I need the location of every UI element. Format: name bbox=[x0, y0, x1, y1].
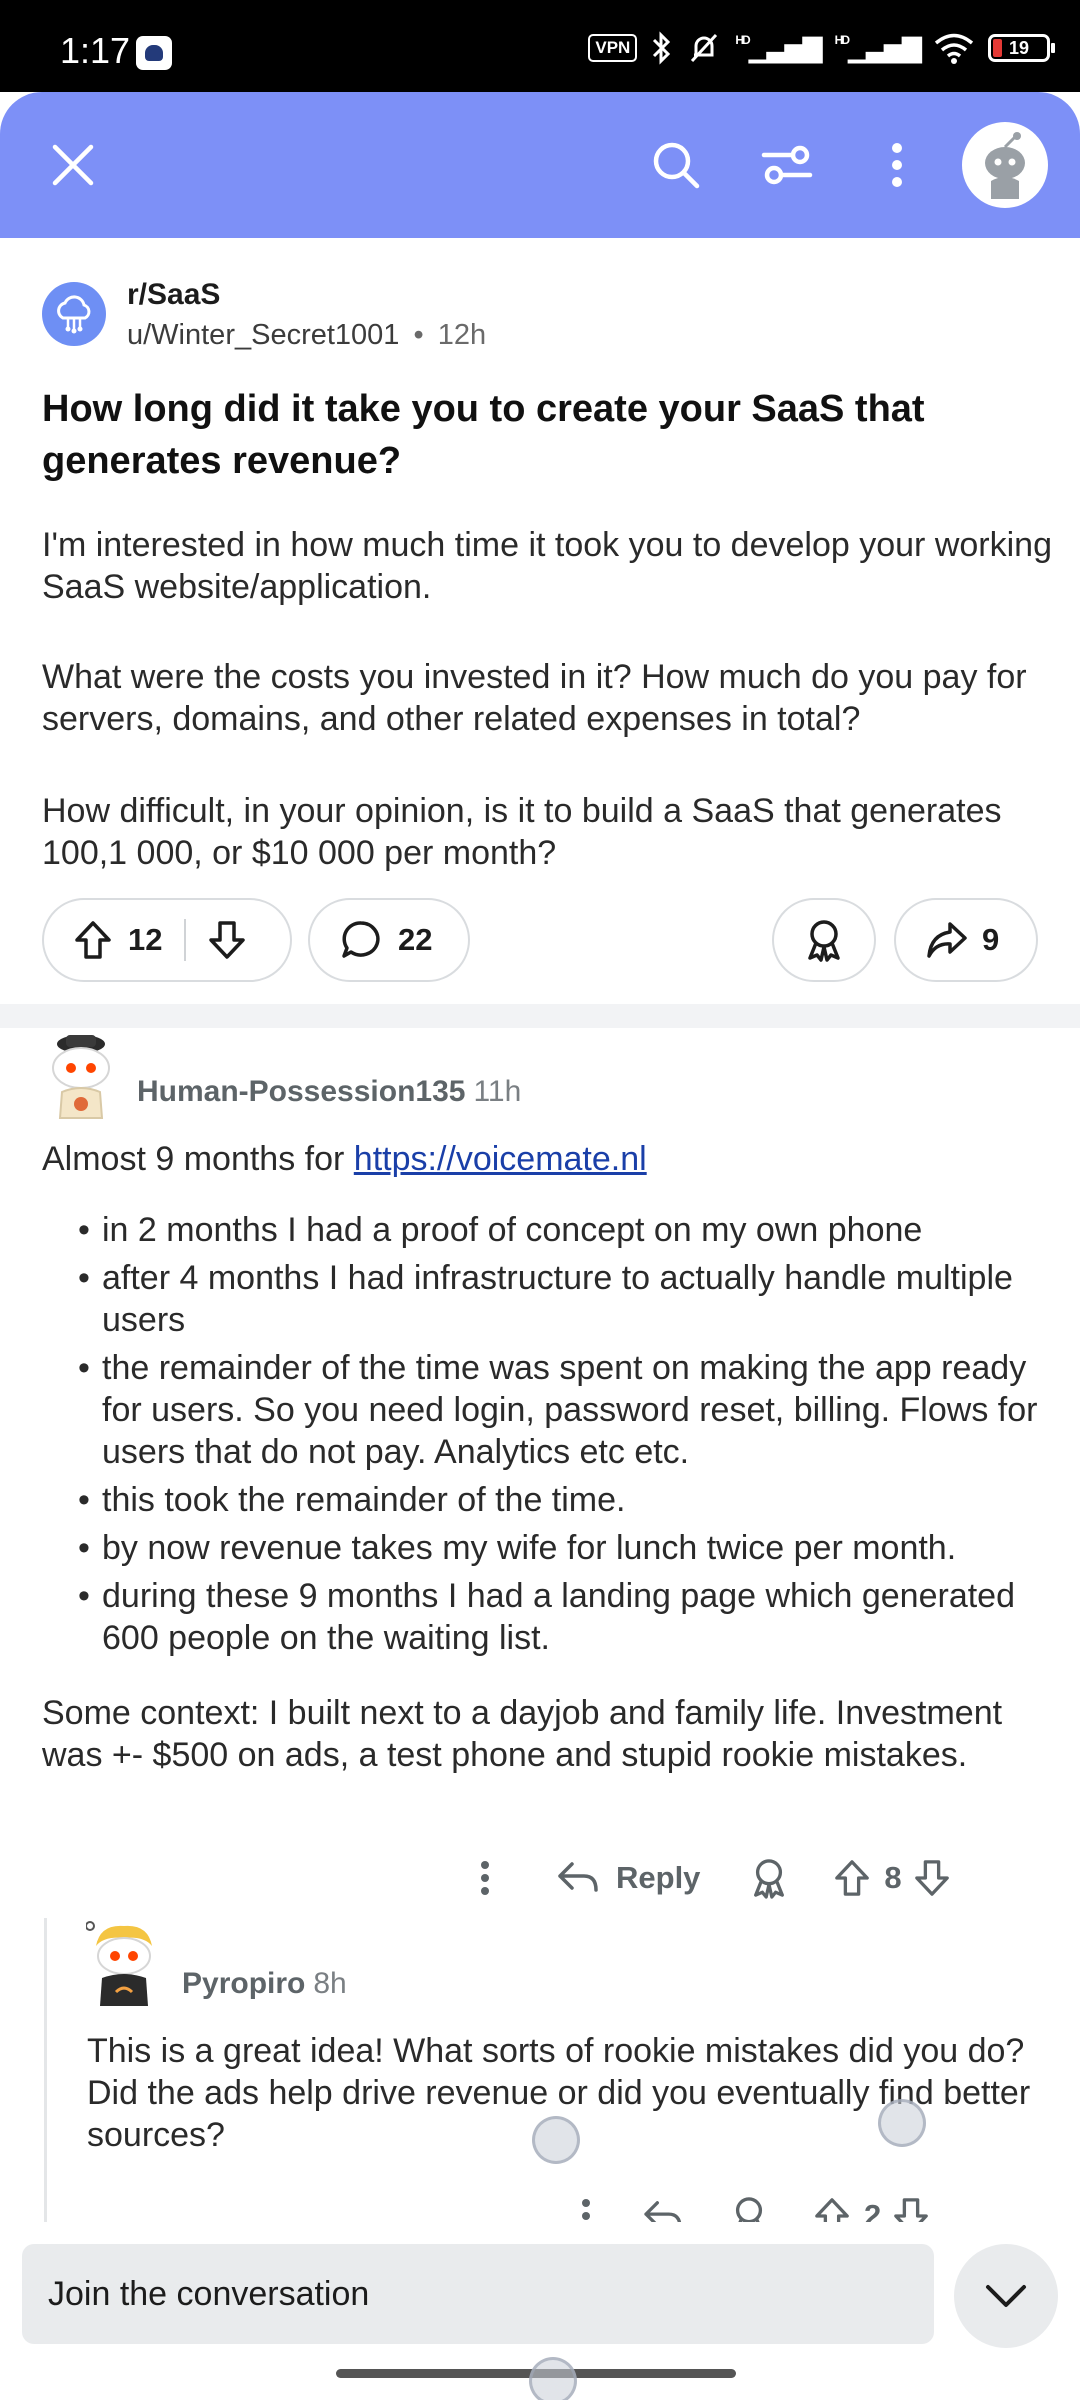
comments-button[interactable]: 22 bbox=[308, 898, 470, 982]
status-indicators: VPN HD▁▃▅▇ HD▁▃▅▇ 19 bbox=[588, 28, 1055, 68]
comment-award-button[interactable] bbox=[750, 1857, 788, 1899]
signal-icon-1: HD▁▃▅▇ bbox=[735, 32, 822, 63]
search-icon bbox=[653, 142, 700, 189]
share-arrow-icon bbox=[927, 922, 967, 958]
comment-vote-count: 8 bbox=[884, 1860, 902, 1895]
award-icon bbox=[754, 1859, 785, 1899]
battery-icon: 19 bbox=[988, 34, 1055, 62]
join-conversation-input[interactable]: Join the conversation bbox=[22, 2244, 934, 2344]
downvote-icon bbox=[209, 921, 246, 959]
vpn-icon: VPN bbox=[588, 34, 638, 62]
commenter-avatar[interactable] bbox=[42, 1030, 120, 1120]
cloud-network-icon bbox=[57, 295, 91, 334]
share-button[interactable]: 9 bbox=[894, 898, 1038, 982]
comment-outro: Some context: I built next to a dayjob a… bbox=[42, 1694, 1003, 1774]
close-button[interactable] bbox=[38, 130, 108, 200]
join-placeholder: Join the conversation bbox=[48, 2274, 370, 2313]
user-avatar-button[interactable] bbox=[962, 122, 1048, 208]
reply-icon bbox=[558, 1862, 598, 1892]
thread-line bbox=[44, 1918, 47, 2230]
comment-bubble-icon bbox=[342, 921, 380, 958]
more-options-button[interactable] bbox=[862, 130, 932, 200]
comment-upvote-button[interactable] bbox=[834, 1859, 870, 1897]
app-header bbox=[0, 92, 1080, 238]
share-count: 9 bbox=[982, 922, 1000, 957]
post-title: How long did it take you to create your … bbox=[42, 388, 925, 482]
comment-action-row: Reply 8 bbox=[470, 1852, 950, 1904]
subreddit-name[interactable]: r/SaaS bbox=[127, 278, 220, 312]
comment-author[interactable]: Human-Possession135 bbox=[137, 1075, 465, 1108]
post-age: 12h bbox=[437, 319, 487, 351]
list-item: in 2 months I had a proof of concept on … bbox=[78, 1209, 1048, 1251]
award-icon bbox=[808, 920, 840, 962]
reply-label: Reply bbox=[616, 1860, 701, 1895]
comment-author[interactable]: Pyropiro bbox=[182, 1967, 305, 2000]
award-button[interactable] bbox=[772, 898, 876, 982]
meta-separator: • bbox=[413, 319, 424, 351]
comment-age: 8h bbox=[313, 1967, 347, 2000]
wifi-icon bbox=[934, 33, 974, 64]
post-meta: u/Winter_Secret1001 • 12h bbox=[127, 319, 486, 352]
list-item: after 4 months I had infrastructure to a… bbox=[78, 1257, 1048, 1341]
notification-app-icon bbox=[136, 36, 172, 70]
post-body-paragraph: How difficult, in your opinion, is it to… bbox=[42, 792, 1002, 872]
more-vert-icon bbox=[481, 1861, 489, 1895]
reply-button[interactable]: Reply bbox=[556, 1860, 700, 1896]
signal-icon-2: HD▁▃▅▇ bbox=[834, 32, 922, 63]
downvote-button[interactable] bbox=[208, 920, 246, 960]
list-item: during these 9 months I had a landing pa… bbox=[78, 1575, 1048, 1659]
status-time: 1:17 bbox=[60, 30, 131, 71]
snoo-blonde-avatar-icon bbox=[86, 1921, 152, 2006]
expand-comments-button[interactable] bbox=[954, 2244, 1058, 2348]
bluetooth-icon bbox=[653, 31, 671, 65]
voicemate-link[interactable]: https://voicemate.nl bbox=[354, 1140, 647, 1178]
mute-bell-icon bbox=[691, 33, 718, 63]
post-vote-pill: 12 bbox=[42, 898, 292, 982]
more-vert-icon bbox=[892, 143, 902, 187]
avatar bbox=[985, 132, 1025, 199]
subreddit-icon[interactable] bbox=[42, 282, 106, 346]
upvote-icon bbox=[835, 1860, 870, 1896]
post-vote-count: 12 bbox=[128, 922, 163, 957]
list-item: the remainder of the time was spent on m… bbox=[78, 1347, 1048, 1473]
post-body-paragraph: What were the costs you invested in it? … bbox=[42, 658, 1027, 738]
snoo-detective-avatar-icon bbox=[52, 1035, 110, 1119]
comment-author-line: Human-Possession135 11h bbox=[137, 1075, 521, 1109]
chevron-down-icon bbox=[986, 2285, 1026, 2307]
reply-author-avatar[interactable] bbox=[86, 1920, 162, 2008]
list-item: by now revenue takes my wife for lunch t… bbox=[78, 1527, 1048, 1569]
post-body-paragraph: I'm interested in how much time it took … bbox=[42, 526, 1052, 606]
comment-more-button[interactable] bbox=[470, 1860, 500, 1896]
touch-indicator bbox=[529, 2357, 577, 2400]
section-divider bbox=[0, 1004, 1080, 1028]
filter-button[interactable] bbox=[752, 130, 822, 200]
downvote-icon bbox=[914, 1860, 949, 1896]
close-icon bbox=[52, 144, 94, 186]
search-button[interactable] bbox=[641, 130, 711, 200]
comment-bullet-list: in 2 months I had a proof of concept on … bbox=[78, 1209, 1048, 1665]
comment-intro-text: Almost 9 months for bbox=[42, 1140, 354, 1178]
comment-intro: Almost 9 months for https://voicemate.nl bbox=[42, 1138, 647, 1180]
comment-count: 22 bbox=[398, 922, 433, 957]
upvote-button[interactable] bbox=[74, 920, 112, 960]
upvote-icon bbox=[75, 921, 111, 959]
post-author[interactable]: u/Winter_Secret1001 bbox=[127, 319, 399, 351]
filter-icon bbox=[761, 145, 813, 185]
touch-indicator bbox=[878, 2099, 926, 2147]
list-item: this took the remainder of the time. bbox=[78, 1479, 1048, 1521]
vote-divider bbox=[184, 919, 187, 961]
comment-age: 11h bbox=[473, 1075, 522, 1108]
comment-author-line: Pyropiro 8h bbox=[182, 1967, 347, 2001]
status-bar: 1:17 VPN HD▁▃▅▇ HD▁▃▅▇ 19 bbox=[0, 0, 1080, 92]
touch-indicator bbox=[532, 2116, 580, 2164]
comment-downvote-button[interactable] bbox=[914, 1859, 950, 1897]
